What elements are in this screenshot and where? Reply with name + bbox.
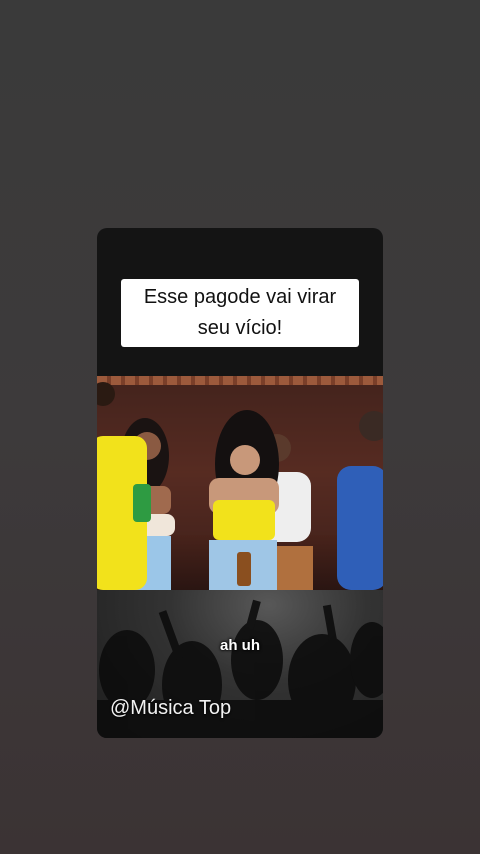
screen: { "story": { "caption": "Esse pagode vai… (0, 0, 480, 854)
caption-box: Esse pagode vai virar seu vício! (121, 279, 359, 347)
person-center-woman (209, 410, 279, 590)
story-card[interactable]: Esse pagode vai virar seu vício! ah uh @… (97, 228, 383, 738)
video-frame[interactable] (97, 376, 383, 590)
caption-text: Esse pagode vai virar seu vício! (143, 286, 337, 339)
dancers-scene (97, 382, 383, 590)
watermark-handle: @Música Top (110, 697, 232, 719)
lyric-subtitle: ah uh (220, 637, 260, 654)
